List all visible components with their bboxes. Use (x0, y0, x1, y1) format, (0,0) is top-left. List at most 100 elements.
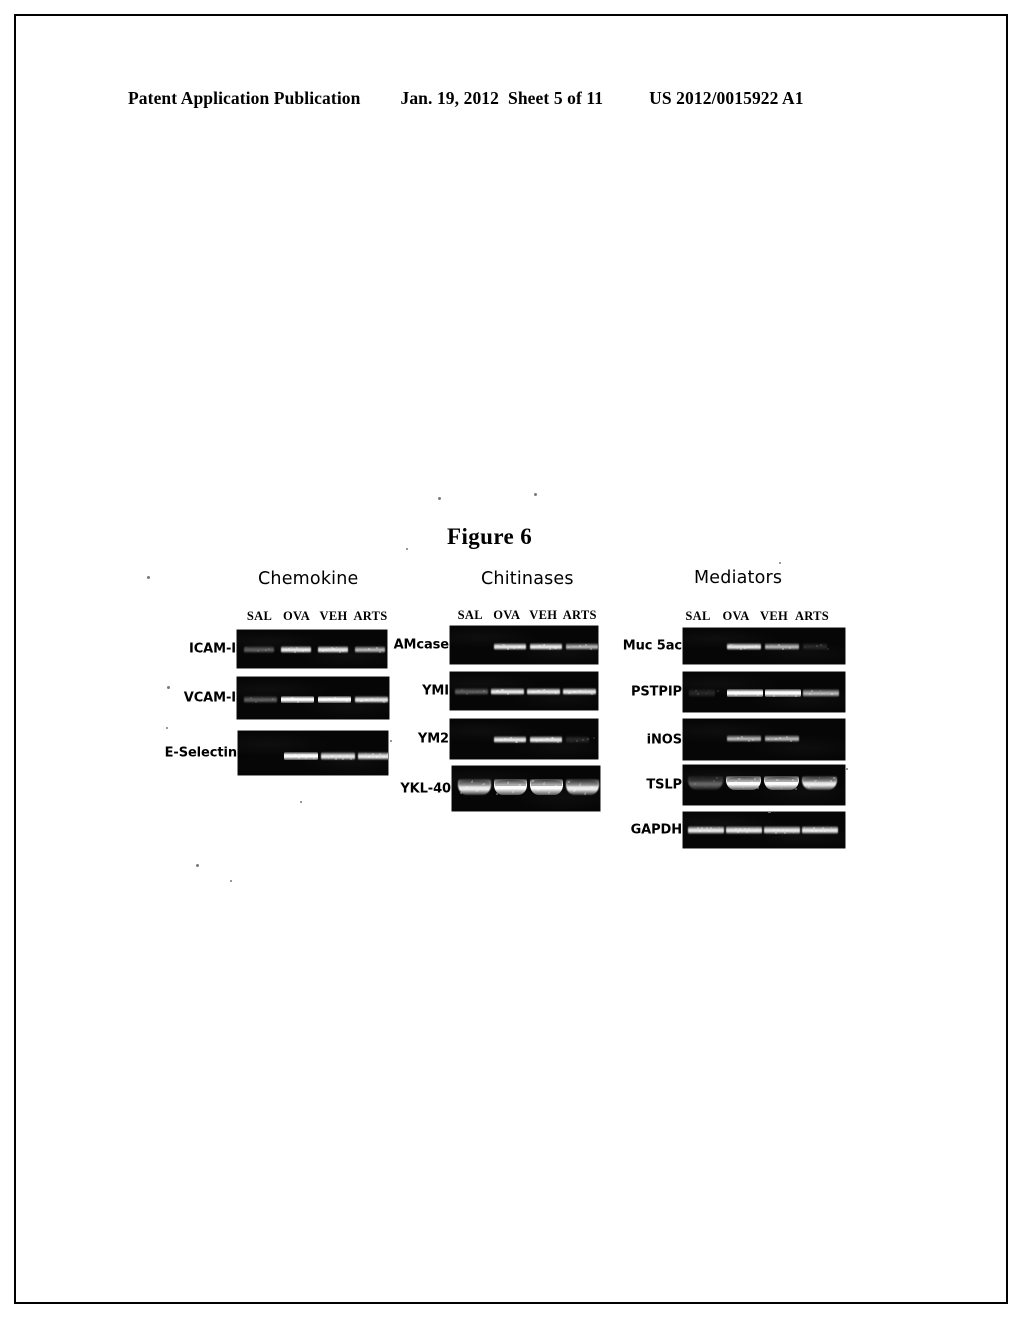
gel-band (803, 643, 827, 650)
gel-row-label-pstpip: PSTPIP (630, 684, 682, 700)
lane-header-chitinases: SAL OVA VEH ARTS (452, 608, 598, 623)
gel-band-speckle (254, 651, 255, 652)
gel-image (683, 719, 845, 760)
gel-band-speckle (743, 787, 744, 788)
gel-band-speckle (737, 648, 738, 649)
gel-band-speckle (361, 756, 362, 757)
gel-band-speckle (779, 737, 781, 739)
gel-band-speckle (303, 700, 304, 701)
gel-band-speckle (357, 650, 358, 651)
gel-band-empty (458, 736, 490, 743)
gel-image (683, 765, 845, 805)
gel-band-speckle (472, 692, 473, 693)
gel-band-speckle (308, 699, 309, 700)
gel-band-speckle (792, 779, 794, 781)
gel-band-speckle (516, 741, 518, 743)
gel-band (530, 779, 563, 795)
gel-band-speckle (816, 780, 817, 781)
gel-band-speckle (332, 755, 333, 756)
gel-band-speckle (716, 777, 718, 779)
gel-band-speckle (302, 650, 304, 652)
gel-image (450, 672, 598, 710)
gel-row-label-vcam-i: VCAM-I (183, 690, 236, 706)
gel-row-label-amcase: AMcase (393, 637, 450, 653)
gel-row-label-inos: iNOS (646, 732, 682, 747)
gel-band-speckle (571, 741, 572, 742)
gel-band-speckle (822, 786, 823, 787)
gel-band-speckle (518, 691, 519, 692)
gel-row: PSTPIP (631, 672, 845, 712)
scan-artifact (167, 686, 170, 689)
gel-band-speckle (768, 739, 769, 740)
gel-band-speckle (775, 832, 777, 834)
gel-band-speckle (574, 646, 575, 647)
gel-band-speckle (291, 757, 292, 758)
gel-band-speckle (298, 757, 300, 759)
gel-band-speckle (573, 790, 575, 792)
gel-band-speckle (532, 691, 534, 693)
gel-band (802, 776, 837, 790)
gel-band-speckle (737, 737, 739, 739)
gel-band-speckle (511, 737, 512, 738)
gel-band-speckle (827, 648, 830, 651)
gel-band-speckle (261, 700, 262, 701)
lane-header-chemokine: SAL OVA VEH ARTS (241, 609, 389, 624)
gel-band-speckle (815, 830, 817, 832)
gel-row: Muc 5ac (623, 628, 845, 664)
gel-band-speckle (591, 693, 593, 695)
panel-title-chitinases: Chitinases (481, 569, 574, 589)
gel-band-speckle (328, 648, 329, 649)
gel-band-speckle (793, 832, 794, 833)
gel-image (237, 677, 389, 719)
gel-band-speckle (383, 701, 385, 703)
gel-band-speckle (833, 830, 834, 831)
gel-band-speckle (809, 646, 810, 647)
gel-band-speckle (552, 737, 554, 739)
gel-row-label-muc-5ac: Muc 5ac (622, 638, 682, 654)
panel-title-chemokine: Chemokine (258, 569, 359, 589)
lane-label-sal: SAL (246, 609, 273, 623)
gel-band-speckle (568, 692, 570, 694)
gel-band-speckle (827, 783, 829, 785)
gel-band-speckle (831, 693, 833, 695)
gel-band (566, 736, 589, 743)
gel-band (689, 689, 715, 697)
gel-row: ICAM-I (189, 630, 387, 668)
gel-band-speckle (501, 689, 503, 691)
scan-artifact (147, 576, 150, 579)
gel-band-speckle (477, 691, 478, 692)
gel-row-label-icam-i: ICAM-I (188, 641, 236, 657)
gel-image (683, 672, 845, 712)
gel-image (450, 626, 598, 664)
gel-band-speckle (295, 754, 296, 755)
gel-band-speckle (287, 754, 288, 755)
gel-band-speckle (460, 792, 462, 794)
gel-band-speckle (376, 647, 378, 649)
gel-band-speckle (465, 787, 467, 789)
gel-band-speckle (766, 832, 767, 833)
gel-band-speckle (746, 784, 747, 785)
gel-band-speckle (813, 827, 815, 829)
scan-artifact (438, 497, 441, 500)
gel-band-speckle (483, 783, 485, 785)
gel-band-speckle (519, 646, 521, 648)
gel-band (566, 643, 598, 650)
gel-band-speckle (345, 700, 346, 701)
gel-band-speckle (831, 827, 832, 828)
gel-band-speckle (309, 699, 311, 701)
gel-row: AMcase (394, 626, 598, 664)
scan-artifact (846, 768, 848, 770)
gel-band-speckle (590, 693, 591, 694)
gel-row: TSLP (646, 765, 845, 805)
gel-band-speckle (830, 780, 832, 782)
gel-band-speckle (751, 781, 753, 783)
figure-title: Figure 6 (447, 524, 533, 549)
gel-band-speckle (369, 756, 370, 757)
gel-band-speckle (579, 645, 581, 647)
gel-band-speckle (365, 649, 366, 650)
gel-band-speckle (748, 694, 749, 695)
gel-image (238, 731, 388, 775)
gel-band-speckle (339, 755, 341, 757)
gel-band-speckle (346, 700, 348, 702)
gel-band-speckle (585, 689, 586, 690)
